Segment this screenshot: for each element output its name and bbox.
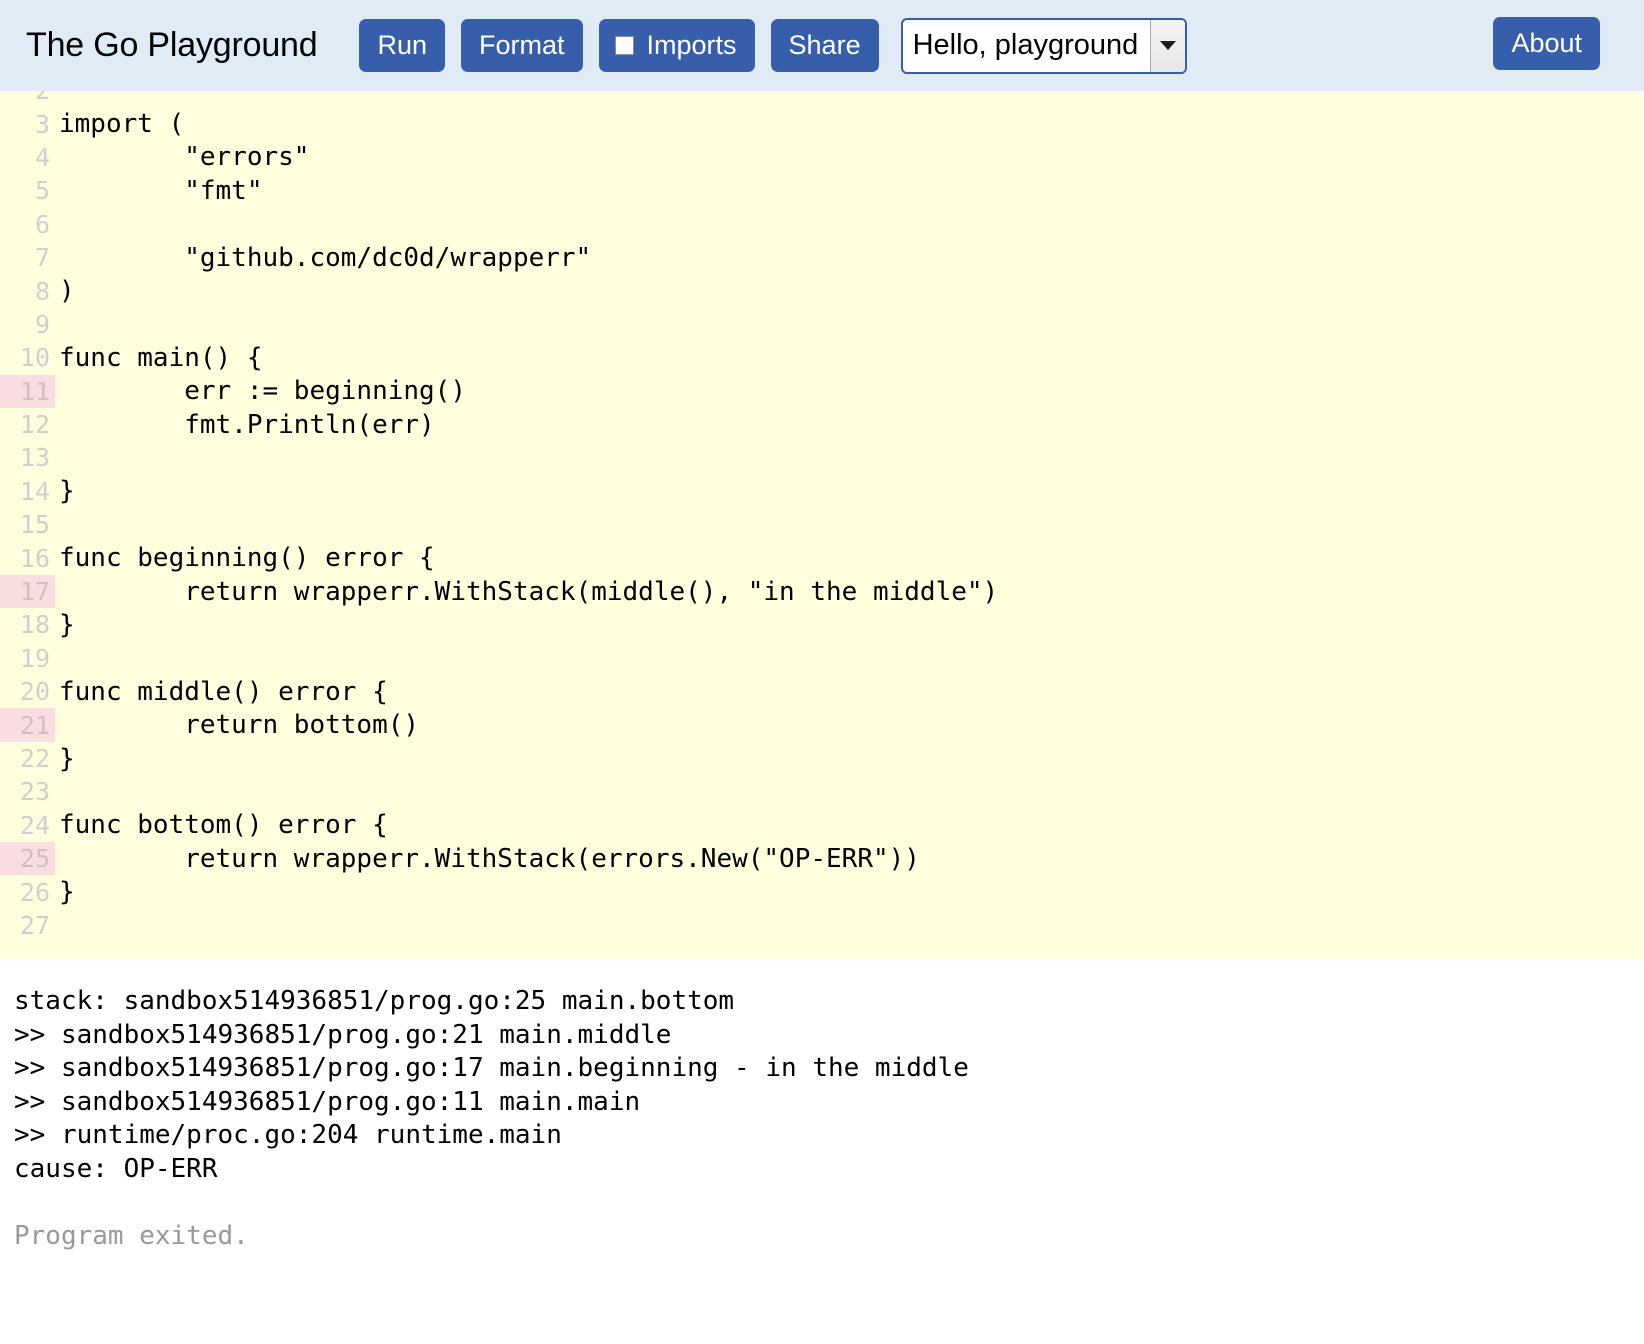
code-line: 19 — [0, 642, 1644, 675]
line-number: 23 — [19, 777, 50, 807]
code-line-text: } — [59, 476, 75, 507]
code-line: 26} — [0, 875, 1644, 908]
line-number-error: 17 — [0, 574, 55, 609]
line-number-error: 25 — [0, 841, 55, 876]
code-line: 20 func middle() error { — [0, 675, 1644, 708]
code-line: 17 return wrapperr.WithStack(middle(), "… — [0, 574, 1644, 609]
line-number: 10 — [19, 343, 50, 373]
code-line: 6 — [0, 208, 1644, 241]
output-line: >> sandbox514936851/prog.go:21 main.midd… — [14, 1019, 672, 1050]
line-number: 9 — [34, 309, 50, 339]
code-line-text: } — [59, 743, 75, 774]
line-number: 13 — [19, 443, 50, 473]
output-status-line: Program exited. — [14, 1221, 249, 1252]
code-line-text: func middle() error { — [59, 676, 388, 707]
code-line-text: fmt.Println(err) — [59, 409, 435, 440]
code-line: 24 func bottom() error { — [0, 809, 1644, 842]
line-number: 24 — [19, 810, 50, 840]
imports-checkbox-icon[interactable] — [614, 36, 634, 55]
line-number: 2 — [0, 91, 55, 107]
code-line: 10 func main() { — [0, 341, 1644, 374]
line-number: 18 — [19, 610, 50, 640]
code-line: 9 — [0, 308, 1644, 341]
line-number: 15 — [19, 510, 50, 540]
line-number-error: 21 — [0, 708, 55, 742]
output-line: >> sandbox514936851/prog.go:11 main.main — [14, 1086, 641, 1117]
code-line-text: import ( — [59, 109, 185, 140]
example-select-value: Hello, playground — [912, 29, 1139, 61]
output-line: stack: sandbox514936851/prog.go:25 main.… — [14, 986, 735, 1016]
line-number: 6 — [34, 209, 50, 239]
code-line: 27 — [0, 909, 1644, 942]
code-line: 18} — [0, 608, 1644, 641]
code-line: 14} — [0, 475, 1644, 508]
code-line: 12 fmt.Println(err) — [0, 408, 1644, 441]
code-line: 8) — [0, 274, 1644, 307]
code-line-text: } — [59, 877, 75, 908]
line-number: 14 — [19, 476, 50, 506]
toolbar: The Go Playground Run Format Imports Sha… — [0, 0, 1644, 91]
output-blank-line — [14, 1187, 1630, 1221]
line-number-error: 11 — [0, 374, 55, 408]
code-line: 2 — [0, 91, 1644, 107]
code-line: 15 — [0, 508, 1644, 541]
line-number: 5 — [34, 176, 50, 206]
code-line: 3 import ( — [0, 107, 1644, 140]
go-playground-app: The Go Playground Run Format Imports Sha… — [0, 0, 1644, 1344]
code-line-text: func beginning() error { — [59, 543, 435, 574]
code-line-list: 23import (4 "errors"5 "fmt"67 "github.co… — [0, 91, 1644, 942]
code-line: 11 err := beginning() — [0, 374, 1644, 408]
output-pane[interactable]: stack: sandbox514936851/prog.go:25 main.… — [0, 959, 1644, 1344]
example-select-wrapper: Hello, playground — [900, 17, 1188, 74]
code-line-text: err := beginning() — [59, 376, 466, 407]
code-line-text: return wrapperr.WithStack(errors.New("OP… — [59, 843, 920, 874]
output-line: >> runtime/proc.go:204 runtime.main — [14, 1120, 562, 1151]
code-line-text: return bottom() — [59, 710, 420, 741]
line-number: 8 — [34, 276, 50, 306]
line-number: 12 — [19, 410, 50, 440]
code-line: 4 "errors" — [0, 141, 1644, 174]
code-line-text: "errors" — [59, 142, 310, 173]
code-line-text: return wrapperr.WithStack(middle(), "in … — [59, 576, 999, 607]
imports-label: Imports — [646, 30, 737, 60]
run-button[interactable]: Run — [359, 19, 445, 72]
code-line: 16 func beginning() error { — [0, 541, 1644, 574]
example-select[interactable]: Hello, playground — [900, 17, 1188, 74]
code-line: 13 — [0, 441, 1644, 474]
line-number: 22 — [19, 744, 50, 773]
code-line: 21 return bottom() — [0, 708, 1644, 742]
line-number: 27 — [19, 910, 50, 940]
code-editor[interactable]: 23import (4 "errors"5 "fmt"67 "github.co… — [0, 91, 1644, 959]
code-line: 5 "fmt" — [0, 174, 1644, 207]
output-line: >> sandbox514936851/prog.go:17 main.begi… — [14, 1053, 969, 1084]
page-title: The Go Playground — [26, 26, 318, 64]
code-line: 7 "github.com/dc0d/wrapperr" — [0, 241, 1644, 274]
line-number: 26 — [19, 877, 50, 907]
code-line-text: func bottom() error { — [59, 810, 388, 841]
code-line-text: ) — [59, 276, 75, 307]
chevron-down-icon[interactable] — [1150, 19, 1186, 72]
line-number: 4 — [34, 142, 50, 172]
code-line-text: "github.com/dc0d/wrapperr" — [59, 242, 592, 273]
line-number: 3 — [34, 109, 50, 139]
line-number: 19 — [19, 643, 50, 673]
code-line-text: func main() { — [59, 342, 263, 373]
about-button[interactable]: About — [1493, 17, 1600, 70]
code-line-text: "fmt" — [59, 175, 263, 206]
format-button[interactable]: Format — [460, 19, 583, 72]
code-line: 22} — [0, 742, 1644, 775]
code-line: 25 return wrapperr.WithStack(errors.New(… — [0, 841, 1644, 876]
imports-toggle-button[interactable]: Imports — [598, 19, 755, 72]
output-line: cause: OP-ERR — [14, 1153, 218, 1184]
code-line-text: } — [59, 609, 75, 640]
share-button[interactable]: Share — [770, 19, 879, 72]
line-number: 7 — [34, 243, 50, 273]
line-number: 20 — [19, 677, 50, 707]
line-number: 16 — [19, 543, 50, 573]
code-line: 23 — [0, 775, 1644, 808]
